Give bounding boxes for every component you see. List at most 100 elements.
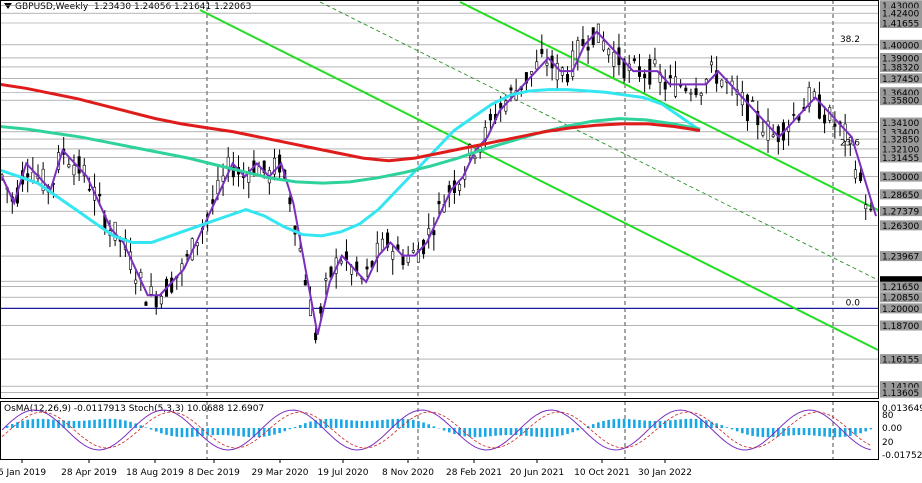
- osma-bar: [118, 419, 122, 428]
- osma-bar: [417, 421, 420, 428]
- osma-bar: [422, 422, 425, 428]
- osma-bar: [242, 428, 245, 437]
- candle-body: [380, 238, 384, 251]
- oscillator-axis-label: 80: [882, 411, 894, 421]
- price-axis-label: 1.28650: [882, 191, 919, 201]
- oscillator-axis-label: 20: [882, 438, 894, 448]
- osma-bar: [175, 428, 179, 437]
- osma-bar: [108, 418, 112, 428]
- osma-bar: [427, 424, 431, 428]
- candle-body: [668, 75, 672, 79]
- candle-body: [864, 204, 868, 210]
- candle-body: [535, 61, 539, 70]
- price-axis-label: 1.37450: [882, 75, 919, 85]
- osma-bar: [509, 428, 513, 436]
- osma-bar: [144, 427, 148, 428]
- osma-bar: [82, 420, 86, 428]
- osma-bar: [684, 418, 688, 428]
- osma-bar: [273, 428, 276, 435]
- osma-bar: [298, 424, 302, 428]
- price-axis-label: 1.27379: [882, 208, 919, 218]
- osma-bar: [612, 419, 616, 428]
- osma-bar: [550, 428, 554, 437]
- candle-body: [771, 134, 775, 137]
- osma-bar: [494, 428, 497, 436]
- price-axis-label: 1.20850: [882, 294, 919, 304]
- fib-level-label: 23.6: [840, 138, 860, 148]
- candle-body: [149, 286, 153, 295]
- candle-body: [458, 184, 462, 191]
- osma-bar: [103, 418, 107, 428]
- price-axis-label: 1.38320: [882, 63, 919, 73]
- candle-body: [314, 332, 318, 341]
- candle-body: [339, 260, 343, 264]
- osma-bar: [93, 419, 96, 428]
- time-axis-label: 8 Nov 2020: [382, 468, 434, 478]
- candle-body: [437, 201, 441, 205]
- osma-bar: [643, 420, 646, 428]
- osma-bar: [638, 420, 641, 428]
- osma-bar: [447, 428, 451, 433]
- candle-body: [87, 188, 91, 191]
- time-axis-label: 19 Jul 2020: [318, 468, 369, 478]
- osma-bar: [818, 428, 821, 437]
- candle-body: [26, 173, 30, 178]
- osma-bar: [535, 428, 538, 437]
- osma-bar: [566, 428, 569, 434]
- osma-bar: [31, 419, 35, 428]
- osma-bar: [555, 428, 559, 437]
- candle-body: [612, 52, 616, 67]
- moving-average-line: [0, 117, 701, 185]
- osma-bar: [160, 428, 163, 434]
- osma-bar: [545, 428, 549, 438]
- osma-bar: [735, 428, 739, 432]
- osma-bar: [165, 428, 168, 435]
- osma-bar: [149, 428, 153, 430]
- candle-body: [154, 295, 158, 308]
- price-axis-label: 1.41655: [882, 19, 919, 29]
- time-axis-label: 10 Oct 2021: [574, 468, 630, 478]
- candle-body: [673, 76, 677, 97]
- osma-bar: [669, 420, 672, 428]
- candle-body: [571, 50, 575, 77]
- candle-body: [859, 172, 863, 181]
- osma-bar: [797, 428, 801, 436]
- candle-body: [545, 62, 549, 66]
- candle-body: [586, 46, 590, 51]
- osma-bar: [530, 428, 533, 437]
- price-chart[interactable]: 1.430001.424001.416551.400001.390001.383…: [0, 0, 922, 483]
- osma-bar: [365, 420, 369, 428]
- osma-bar: [689, 418, 693, 428]
- osma-bar: [679, 419, 682, 428]
- osma-bar: [411, 419, 415, 428]
- candle-body: [694, 88, 698, 96]
- candle-body: [509, 87, 513, 91]
- osma-bar: [226, 428, 230, 436]
- candle-body: [833, 123, 837, 127]
- osma-bar: [807, 428, 811, 436]
- candle-body: [643, 73, 647, 79]
- osma-bar: [350, 420, 353, 428]
- candle-body: [365, 266, 369, 270]
- osma-bar: [489, 428, 492, 437]
- osma-bar: [741, 428, 744, 434]
- candle-body: [159, 295, 163, 305]
- osma-bar: [473, 428, 477, 438]
- price-axis-label: 1.16155: [882, 356, 919, 366]
- osma-bar: [576, 428, 580, 431]
- osma-bar: [129, 421, 132, 428]
- osma-bar: [674, 419, 677, 428]
- osma-bar: [206, 428, 209, 436]
- candle-body: [540, 48, 544, 54]
- price-axis-label: 1.40000: [882, 41, 919, 51]
- osma-bar: [334, 418, 338, 428]
- osma-bar: [561, 428, 564, 436]
- osma-bar: [663, 420, 667, 428]
- osma-bar: [180, 428, 184, 438]
- candle-body: [709, 61, 713, 66]
- candle-body: [401, 256, 405, 266]
- osma-bar: [386, 419, 389, 428]
- moving-averages: [0, 30, 877, 335]
- oscillator-axis-label: -0.0175240: [882, 451, 922, 461]
- candle-body: [185, 253, 189, 257]
